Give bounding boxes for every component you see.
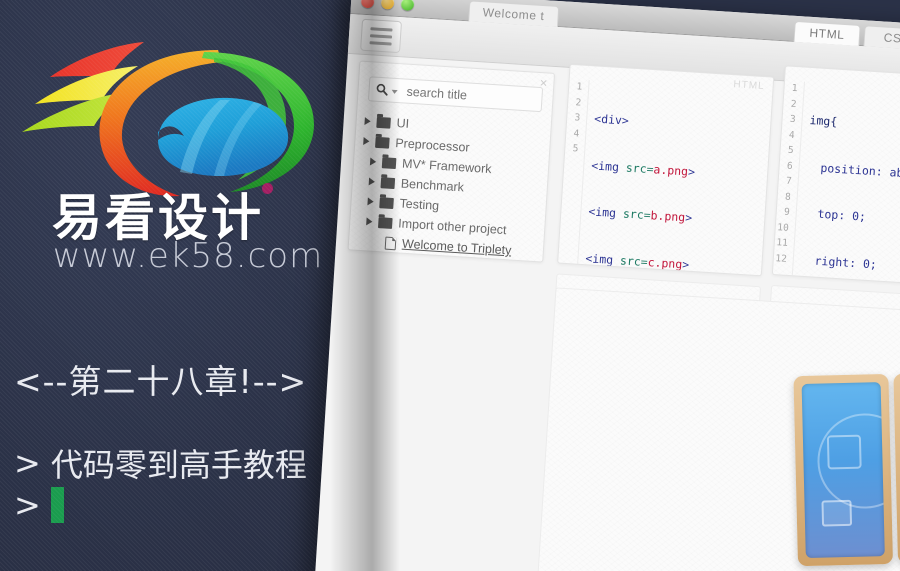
html-src-a: a.png xyxy=(653,161,689,178)
preview-main-panel xyxy=(536,287,900,571)
tree-item-label: MV* Framework xyxy=(401,156,492,177)
maximize-window-icon[interactable] xyxy=(400,0,415,11)
image-thumbnail[interactable] xyxy=(893,371,900,564)
html-code-content[interactable]: <div> <img src=a.png> <img src=b.png> <i… xyxy=(573,80,700,276)
box-icon xyxy=(821,499,853,527)
folder-icon xyxy=(381,156,397,169)
css-code-editor[interactable]: 1 2 3 4 5 6 7 8 9 10 11 12 img{ position… xyxy=(771,65,900,290)
css-line-2: position: abs xyxy=(820,160,900,180)
html-src-c: c.png xyxy=(647,254,683,271)
tree-item-label: UI xyxy=(396,116,410,131)
chevron-right-icon[interactable] xyxy=(366,217,373,226)
image-thumbnail[interactable] xyxy=(793,373,894,567)
folder-icon xyxy=(375,136,390,149)
css-line-3: top: 0; xyxy=(803,205,867,224)
tree-item-label: Testing xyxy=(399,196,440,213)
folder-icon xyxy=(380,176,396,189)
html-editor-label: HTML xyxy=(733,79,765,93)
search-icon xyxy=(376,83,388,96)
tree-item-label: Preprocessor xyxy=(394,136,470,155)
css-line-1: img{ xyxy=(809,113,838,129)
hamburger-icon[interactable] xyxy=(360,18,403,54)
chevron-right-icon[interactable] xyxy=(364,117,371,126)
close-window-icon[interactable] xyxy=(360,0,375,9)
chevron-right-icon[interactable] xyxy=(367,197,374,206)
chevron-right-icon[interactable] xyxy=(369,157,377,166)
tree-item-label: Benchmark xyxy=(400,176,465,195)
chevron-right-icon[interactable] xyxy=(363,137,370,146)
file-tree-panel: × UI Preprocessor xyxy=(347,60,556,263)
html-src-b: b.png xyxy=(650,208,686,225)
html-line-1: <div> xyxy=(593,111,630,128)
chevron-right-icon[interactable] xyxy=(368,177,376,186)
image-thumbnail-strip xyxy=(793,368,900,571)
document-icon xyxy=(384,236,397,250)
app-window-stage: Welcome t HTML CSS × search title UI Pre… xyxy=(0,0,900,571)
html-code-editor[interactable]: HTML 1 2 3 4 5 <div> <img src=a.png> <im… xyxy=(557,63,775,277)
puzzle-icon xyxy=(826,434,862,470)
editor-application-window: Welcome t HTML CSS × search title UI Pre… xyxy=(313,0,900,571)
folder-icon xyxy=(378,216,393,229)
folder-icon xyxy=(376,116,391,129)
minimize-window-icon[interactable] xyxy=(380,0,395,10)
search-input[interactable] xyxy=(404,83,535,108)
search-box[interactable] xyxy=(367,76,544,113)
folder-icon xyxy=(379,196,394,209)
chevron-down-icon[interactable] xyxy=(391,89,398,94)
tree-item-label[interactable]: Welcome to Triplety xyxy=(402,237,512,258)
css-line-4: right: 0; xyxy=(800,252,878,271)
